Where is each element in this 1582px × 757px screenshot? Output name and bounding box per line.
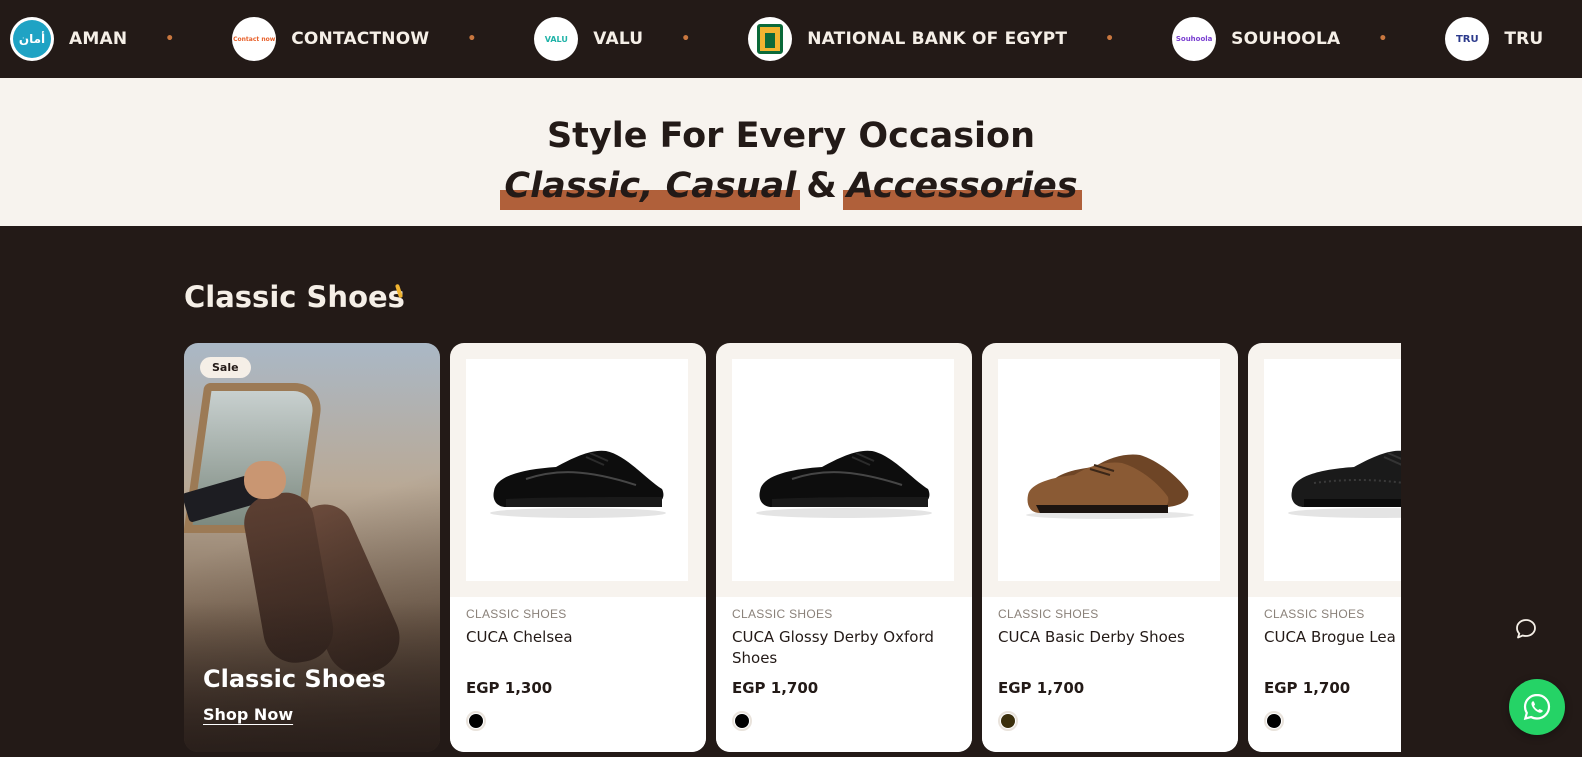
- aman-logo: أمان: [10, 17, 54, 61]
- product-card[interactable]: CLASSIC SHOES CUCA Glossy Derby Oxford S…: [716, 343, 972, 752]
- shop-now-link[interactable]: Shop Now: [203, 705, 293, 724]
- product-category: CLASSIC SHOES: [1264, 607, 1365, 621]
- oxford-shoe-icon: [490, 450, 666, 518]
- partner-name: TRU: [1504, 29, 1544, 49]
- product-name[interactable]: CUCA Glossy Derby Oxford Shoes: [732, 627, 954, 669]
- product-carousel[interactable]: Sale Classic Shoes Shop Now CLASSIC SHOE…: [184, 343, 1401, 757]
- product-image[interactable]: [466, 359, 688, 581]
- partner-name: AMAN: [69, 29, 128, 49]
- product-price: EGP 1,700: [998, 679, 1085, 697]
- product-card[interactable]: CLASSIC SHOES CUCA Brogue Lea EGP 1,700: [1248, 343, 1401, 752]
- valu-logo: VALU: [534, 17, 579, 61]
- partner-souhoola[interactable]: Souhoola SOUHOOLA •: [1172, 17, 1445, 61]
- product-name[interactable]: CUCA Chelsea: [466, 627, 688, 648]
- partner-name: CONTACTNOW: [291, 29, 430, 49]
- partner-name: NATIONAL BANK OF EGYPT: [807, 29, 1068, 49]
- product-card[interactable]: CLASSIC SHOES CUCA Basic Derby Shoes EGP…: [982, 343, 1238, 752]
- product-image[interactable]: [1264, 359, 1401, 581]
- product-price: EGP 1,700: [732, 679, 819, 697]
- brogue-shoe-icon: [1288, 450, 1401, 518]
- product-name[interactable]: CUCA Basic Derby Shoes: [998, 627, 1220, 648]
- color-swatch[interactable]: [466, 711, 486, 731]
- color-swatch[interactable]: [998, 711, 1018, 731]
- chat-bubble-icon: [1516, 619, 1536, 639]
- color-swatch[interactable]: [1264, 711, 1284, 731]
- partner-track: أمان AMAN • Contact now CONTACTNOW • VAL…: [10, 17, 1582, 61]
- partner-tru[interactable]: TRU TRU •: [1445, 17, 1582, 61]
- swatch-fill: [735, 714, 749, 728]
- product-category: CLASSIC SHOES: [466, 607, 567, 621]
- product-price: EGP 1,300: [466, 679, 553, 697]
- product-card[interactable]: CLASSIC SHOES CUCA Chelsea EGP 1,300: [450, 343, 706, 752]
- feature-title: Classic Shoes: [203, 665, 386, 693]
- chat-button[interactable]: [1509, 612, 1543, 646]
- product-category: CLASSIC SHOES: [998, 607, 1099, 621]
- contactnow-logo: Contact now: [232, 17, 277, 61]
- oxford-shoe-icon: [756, 450, 932, 518]
- hero-subtitle: Classic, Casual & Accessories: [0, 166, 1582, 210]
- product-image[interactable]: [998, 359, 1220, 581]
- whatsapp-icon: [1523, 693, 1551, 721]
- feature-card-classic-shoes[interactable]: Sale Classic Shoes Shop Now: [184, 343, 440, 752]
- partner-national-bank-of-egypt[interactable]: NATIONAL BANK OF EGYPT •: [748, 17, 1172, 61]
- separator-dot: •: [165, 31, 175, 47]
- tru-logo: TRU: [1445, 17, 1490, 61]
- sale-badge: Sale: [200, 357, 251, 378]
- separator-dot: •: [1105, 31, 1115, 47]
- product-category: CLASSIC SHOES: [732, 607, 833, 621]
- separator-dot: •: [681, 31, 691, 47]
- product-image[interactable]: [732, 359, 954, 581]
- product-price: EGP 1,700: [1264, 679, 1351, 697]
- ampersand: &: [806, 166, 837, 206]
- derby-shoe-icon: [1026, 454, 1194, 519]
- whatsapp-button[interactable]: [1509, 679, 1565, 735]
- partner-aman[interactable]: أمان AMAN •: [10, 17, 232, 61]
- nbe-logo: [748, 17, 793, 61]
- swatch-fill: [1001, 714, 1015, 728]
- hero-banner: Style For Every Occasion Classic, Casual…: [0, 78, 1582, 226]
- partner-contactnow[interactable]: Contact now CONTACTNOW •: [232, 17, 534, 61]
- partner-name: VALU: [593, 29, 644, 49]
- separator-dot: •: [1378, 31, 1388, 47]
- souhoola-logo: Souhoola: [1172, 17, 1217, 61]
- partner-logos-strip: أمان AMAN • Contact now CONTACTNOW • VAL…: [0, 0, 1582, 78]
- separator-dot: •: [467, 31, 477, 47]
- section-title: Classic Shoes: [184, 280, 405, 314]
- hero-title: Style For Every Occasion: [546, 116, 1036, 156]
- highlight-classic-casual: Classic, Casual: [500, 166, 801, 210]
- color-swatch[interactable]: [732, 711, 752, 731]
- product-name[interactable]: CUCA Brogue Lea: [1264, 627, 1401, 648]
- swatch-fill: [1267, 714, 1281, 728]
- highlight-accessories: Accessories: [842, 166, 1082, 210]
- partner-valu[interactable]: VALU VALU •: [534, 17, 748, 61]
- swatch-fill: [469, 714, 483, 728]
- partner-name: SOUHOOLA: [1231, 29, 1341, 49]
